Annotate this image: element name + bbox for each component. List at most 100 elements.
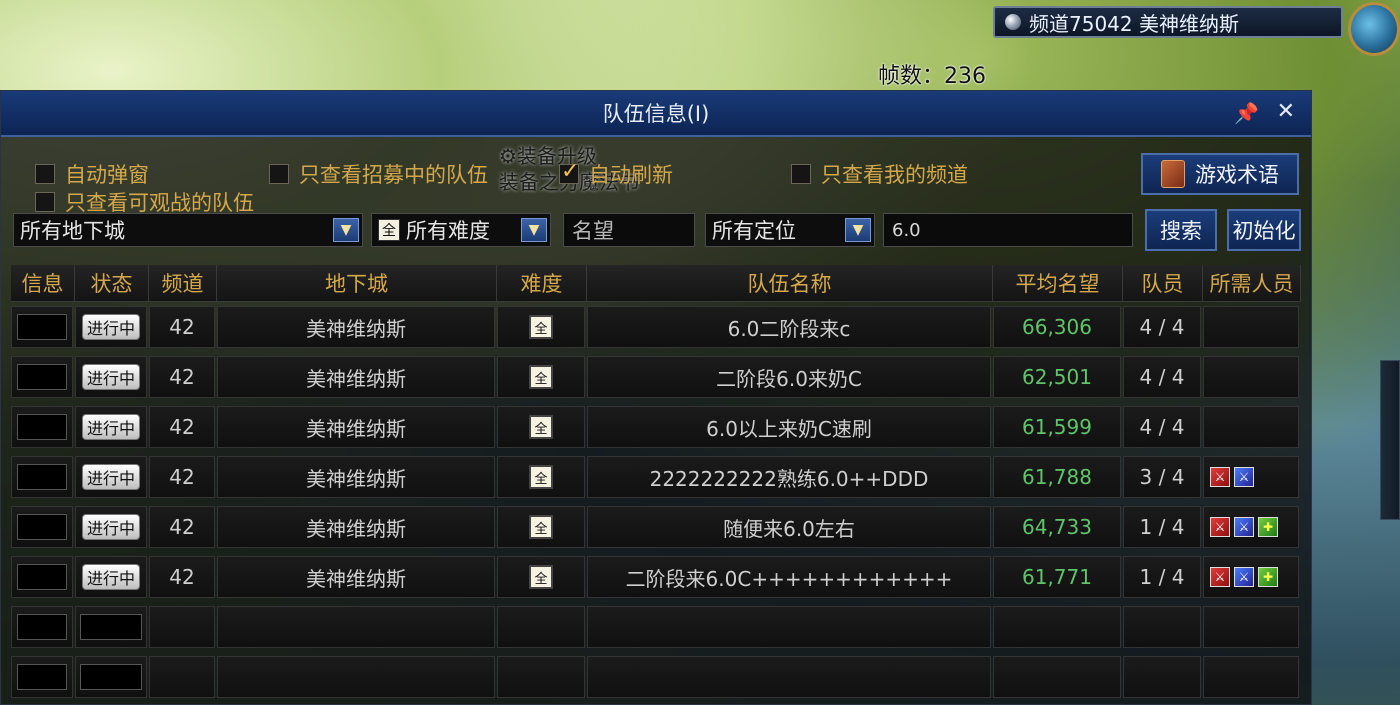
- column-header-difficulty[interactable]: 难度: [497, 265, 587, 301]
- role-select[interactable]: 所有定位 ▼: [705, 213, 875, 247]
- side-collapse-tab[interactable]: [1380, 360, 1400, 520]
- dungeon-select[interactable]: 所有地下城 ▼: [13, 213, 363, 247]
- info-box[interactable]: [17, 364, 67, 390]
- channel-label: 频道75042 美神维纳斯: [1029, 11, 1239, 36]
- cell-team-name: [587, 656, 991, 698]
- cell-status: [75, 656, 147, 698]
- info-box[interactable]: [17, 514, 67, 540]
- channel-indicator[interactable]: 频道75042 美神维纳斯: [993, 6, 1343, 38]
- info-box[interactable]: [17, 564, 67, 590]
- cell-channel: 42: [149, 506, 215, 548]
- reset-button[interactable]: 初始化: [1227, 209, 1301, 251]
- column-header-info[interactable]: 信息: [11, 265, 75, 301]
- difficulty-select[interactable]: 全 所有难度 ▼: [371, 213, 551, 247]
- info-box: [17, 614, 67, 640]
- checkbox-box[interactable]: [35, 164, 55, 184]
- keyword-input[interactable]: 6.0: [883, 213, 1133, 247]
- blue-sword-icon: ⚔: [1234, 567, 1254, 587]
- empty-table-row: [11, 652, 1301, 702]
- chevron-down-icon[interactable]: ▼: [521, 218, 547, 242]
- party-table: 信息 状态 频道 地下城 难度 队伍名称 平均名望 队员 所需人员 进行中 42 美神维纳斯全 6.0…: [11, 265, 1301, 702]
- column-header-dungeon[interactable]: 地下城: [217, 265, 497, 301]
- auto-popup-checkbox[interactable]: 自动弹窗: [35, 159, 149, 189]
- cell-channel: [149, 606, 215, 648]
- cell-status: 进行中: [75, 556, 147, 598]
- column-header-required-roles[interactable]: 所需人员: [1203, 265, 1301, 301]
- red-sword-icon: ⚔: [1210, 517, 1230, 537]
- checkbox-box[interactable]: [35, 192, 55, 212]
- column-header-members[interactable]: 队员: [1123, 265, 1203, 301]
- cell-team-name: 6.0以上来奶C速刷: [587, 406, 991, 448]
- column-header-channel[interactable]: 频道: [149, 265, 217, 301]
- cell-status: 进行中: [75, 456, 147, 498]
- cell-required-roles: ⚔ ⚔ ✚: [1203, 556, 1299, 598]
- auto-refresh-checkbox[interactable]: 自动刷新: [559, 159, 673, 189]
- cell-dungeon: 美神维纳斯: [217, 406, 495, 448]
- info-box[interactable]: [17, 314, 67, 340]
- table-row[interactable]: 进行中 42 美神维纳斯 全 6.0以上来奶C速刷 61,599 4 / 4: [11, 402, 1301, 452]
- game-terms-button[interactable]: 游戏术语: [1141, 153, 1299, 195]
- status-badge[interactable]: 进行中: [81, 514, 140, 540]
- my-channel-only-checkbox[interactable]: 只查看我的频道: [791, 159, 968, 189]
- cell-difficulty: 全: [497, 456, 585, 498]
- window-titlebar[interactable]: 队伍信息(I) 📌 ✕: [1, 91, 1311, 137]
- cell-channel: 42: [149, 306, 215, 348]
- chevron-down-icon[interactable]: ▼: [333, 218, 359, 242]
- difficulty-all-icon: 全: [529, 365, 553, 389]
- column-header-avg-reputation[interactable]: 平均名望: [993, 265, 1123, 301]
- checkbox-box[interactable]: [559, 159, 579, 184]
- blue-sword-icon: ⚔: [1234, 467, 1254, 487]
- status-badge[interactable]: 进行中: [81, 314, 140, 340]
- cell-avg-reputation: 61,599: [993, 406, 1121, 448]
- table-row[interactable]: 进行中 42 美神维纳斯 全 6.0二阶段来c 66,306 4 / 4: [11, 302, 1301, 352]
- window-title: 队伍信息(I): [602, 102, 710, 126]
- checkbox-box[interactable]: [269, 164, 289, 184]
- reputation-input[interactable]: 名望: [563, 213, 695, 247]
- difficulty-all-icon: 全: [529, 565, 553, 589]
- cell-difficulty: 全: [497, 406, 585, 448]
- button-label: 游戏术语: [1195, 163, 1279, 187]
- cell-info: [11, 406, 73, 448]
- info-box[interactable]: [17, 464, 67, 490]
- cell-dungeon: 美神维纳斯: [217, 506, 495, 548]
- recruiting-only-checkbox[interactable]: 只查看招募中的队伍: [269, 159, 488, 189]
- select-value: 所有难度: [406, 219, 490, 243]
- table-row[interactable]: 进行中 42 美神维纳斯 全 二阶段6.0来奶C 62,501 4 / 4: [11, 352, 1301, 402]
- table-row[interactable]: 进行中 42 美神维纳斯全随便来6.0左右 64,733 1 / 4 ⚔ ⚔ ✚: [11, 502, 1301, 552]
- cell-info: [11, 356, 73, 398]
- cell-info: [11, 606, 73, 648]
- search-button[interactable]: 搜索: [1145, 209, 1217, 251]
- cell-members: 1 / 4: [1123, 556, 1201, 598]
- info-box[interactable]: [17, 414, 67, 440]
- checkbox-label: 自动弹窗: [65, 163, 149, 187]
- world-map-globe-icon[interactable]: [1348, 2, 1400, 56]
- difficulty-all-icon: 全: [529, 465, 553, 489]
- cell-team-name: 6.0二阶段来c: [587, 306, 991, 348]
- pin-icon[interactable]: 📌: [1234, 101, 1259, 125]
- column-header-status[interactable]: 状态: [75, 265, 149, 301]
- difficulty-all-icon: 全: [529, 415, 553, 439]
- cell-channel: 42: [149, 356, 215, 398]
- info-box: [17, 664, 67, 690]
- channel-orb-icon: [1005, 14, 1021, 30]
- cell-required-roles: [1203, 406, 1299, 448]
- status-badge[interactable]: 进行中: [81, 464, 140, 490]
- cell-avg-reputation: 61,771: [993, 556, 1121, 598]
- status-badge[interactable]: 进行中: [81, 364, 140, 390]
- cell-avg-reputation: [993, 656, 1121, 698]
- green-heal-icon: ✚: [1258, 567, 1278, 587]
- column-header-team-name[interactable]: 队伍名称: [587, 265, 993, 301]
- cell-difficulty: 全: [497, 306, 585, 348]
- status-badge[interactable]: 进行中: [81, 414, 140, 440]
- cell-status: 进行中: [75, 506, 147, 548]
- difficulty-all-icon: 全: [378, 219, 400, 241]
- close-icon[interactable]: ✕: [1277, 99, 1295, 124]
- cell-avg-reputation: 61,788: [993, 456, 1121, 498]
- status-badge[interactable]: 进行中: [81, 564, 140, 590]
- cell-difficulty: 全: [497, 506, 585, 548]
- table-row[interactable]: 进行中 42 美神维纳斯 全 二阶段来6.0C++++++++++++ 61,771 1 /…: [11, 552, 1301, 602]
- cell-required-roles: [1203, 356, 1299, 398]
- chevron-down-icon[interactable]: ▼: [845, 218, 871, 242]
- table-row[interactable]: 进行中 42 美神维纳斯 全 2222222222熟练6.0++DDD 61,788 3 /…: [11, 452, 1301, 502]
- checkbox-box[interactable]: [791, 164, 811, 184]
